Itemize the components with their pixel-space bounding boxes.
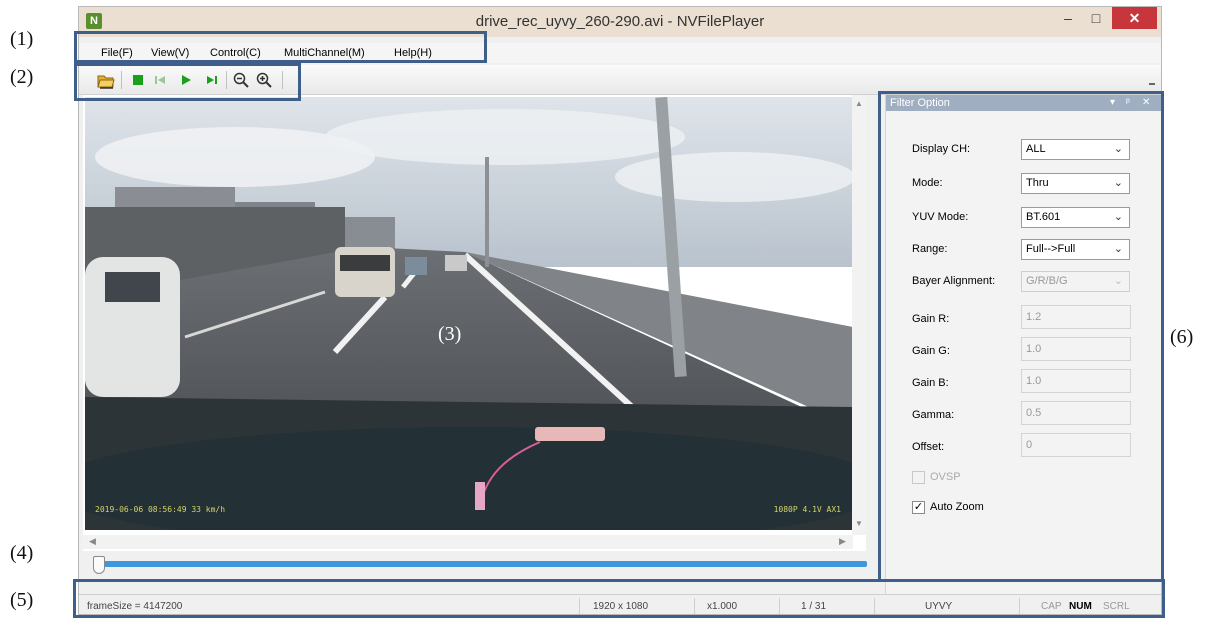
video-view[interactable]: 2019-06-06 08:56:49 33 km/h 1080P 4.1V A… xyxy=(83,95,866,551)
callout-3: (3) xyxy=(438,323,462,345)
seek-bar[interactable] xyxy=(87,553,867,577)
scroll-left-icon[interactable]: ◀ xyxy=(89,536,96,547)
video-frame: 2019-06-06 08:56:49 33 km/h 1080P 4.1V A… xyxy=(85,97,853,530)
maximize-button[interactable]: □ xyxy=(1082,7,1110,29)
road-scene-image xyxy=(85,97,853,530)
callout-6: (6) xyxy=(1170,326,1194,348)
close-button[interactable]: ✕ xyxy=(1112,7,1157,29)
scroll-down-icon[interactable]: ▼ xyxy=(855,519,863,528)
osd-timestamp: 2019-06-06 08:56:49 33 km/h xyxy=(95,505,226,514)
callout-4: (4) xyxy=(10,542,34,564)
osd-info: 1080P 4.1V AX1 xyxy=(773,505,841,514)
callout-1: (1) xyxy=(10,28,34,50)
callout-box-status-bar xyxy=(73,579,1165,618)
callout-5: (5) xyxy=(10,589,34,611)
toolbar-overflow-icon[interactable] xyxy=(1149,83,1155,87)
vertical-scrollbar[interactable]: ▲ ▼ xyxy=(852,95,866,535)
minimize-button[interactable]: – xyxy=(1054,7,1082,29)
scroll-up-icon[interactable]: ▲ xyxy=(855,99,863,108)
horizontal-scrollbar[interactable]: ◀ ▶ xyxy=(83,535,853,549)
callout-box-menu xyxy=(74,31,487,63)
scroll-right-icon[interactable]: ▶ xyxy=(839,536,846,547)
callout-box-toolbar xyxy=(74,63,301,101)
seek-thumb[interactable] xyxy=(93,556,105,574)
callout-2: (2) xyxy=(10,66,34,88)
callout-box-filter-panel xyxy=(878,91,1164,582)
seek-track[interactable] xyxy=(97,561,867,567)
window-title: drive_rec_uyvy_260-290.avi - NVFilePlaye… xyxy=(475,13,765,30)
